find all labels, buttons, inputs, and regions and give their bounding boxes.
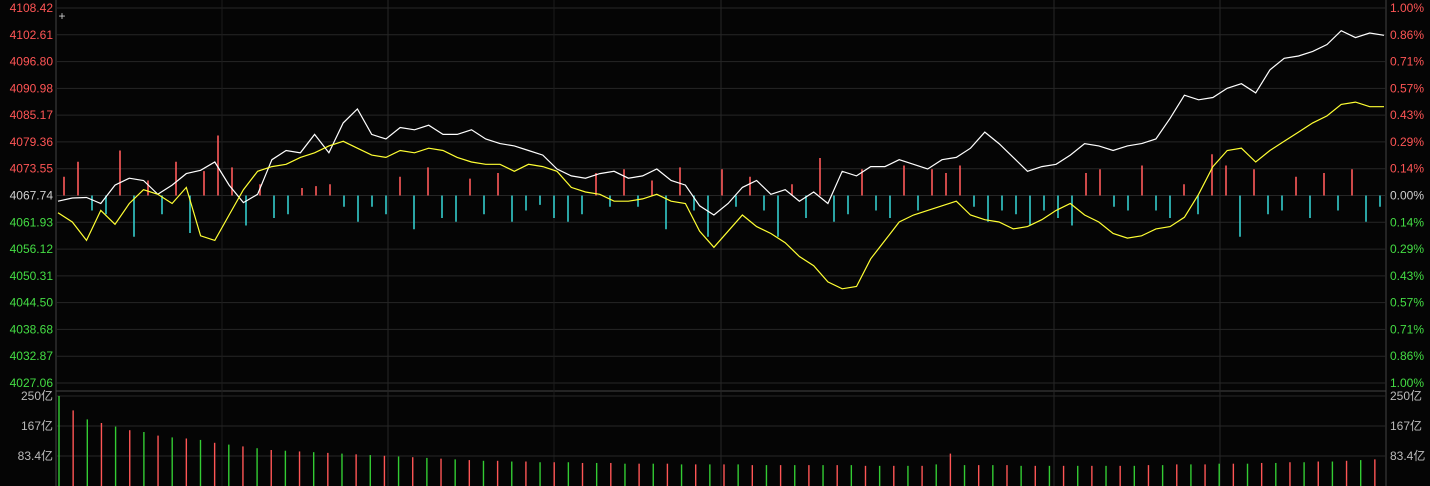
vol-tick-right: 167亿: [1390, 418, 1422, 433]
y-tick-left: 4073.55: [10, 162, 54, 176]
y-tick-left: 4027.06: [10, 376, 54, 390]
y-tick-right: 0.14%: [1390, 162, 1424, 176]
y-tick-right: 0.71%: [1390, 322, 1424, 336]
vol-tick-left: 167亿: [21, 418, 53, 433]
y-tick-right: 0.29%: [1390, 135, 1424, 149]
vol-tick-left: 83.4亿: [18, 448, 53, 463]
vol-tick-left: 250亿: [21, 388, 53, 403]
y-tick-left: 4108.42: [10, 1, 54, 15]
y-tick-left: 4079.36: [10, 135, 54, 149]
y-tick-left: 4085.17: [10, 108, 54, 122]
crosshair-icon: +: [58, 9, 65, 23]
y-tick-left: 4067.74: [10, 189, 54, 203]
y-tick-right: 0.71%: [1390, 55, 1424, 69]
vol-tick-right: 83.4亿: [1390, 448, 1425, 463]
index-intraday-chart-svg: 4108.42 1.00% 4102.61 0.86% 4096.80 0.71% 4090…: [10, 0, 1425, 486]
y-tick-left: 4032.87: [10, 349, 54, 363]
y-tick-left: 4050.31: [10, 269, 54, 283]
y-tick-right: 0.29%: [1390, 242, 1424, 256]
y-tick-left: 4038.68: [10, 322, 54, 336]
y-tick-right: 1.00%: [1390, 1, 1424, 15]
y-tick-right: 0.43%: [1390, 269, 1424, 283]
y-tick-left: 4044.50: [10, 296, 54, 310]
y-tick-right: 0.57%: [1390, 296, 1424, 310]
vol-tick-right: 250亿: [1390, 388, 1422, 403]
y-tick-left: 4061.93: [10, 215, 54, 229]
y-tick-left: 4102.61: [10, 28, 54, 42]
y-tick-right: 0.86%: [1390, 28, 1424, 42]
y-tick-left: 4056.12: [10, 242, 54, 256]
intraday-chart: 4108.42 1.00% 4102.61 0.86% 4096.80 0.71% 4090…: [0, 0, 1430, 486]
y-tick-right: 0.57%: [1390, 81, 1424, 95]
y-tick-right: 0.86%: [1390, 349, 1424, 363]
y-tick-left: 4090.98: [10, 81, 54, 95]
y-tick-right: 1.00%: [1390, 376, 1424, 390]
y-tick-right: 0.00%: [1390, 189, 1424, 203]
y-tick-right: 0.43%: [1390, 108, 1424, 122]
y-tick-right: 0.14%: [1390, 215, 1424, 229]
y-tick-left: 4096.80: [10, 55, 54, 69]
